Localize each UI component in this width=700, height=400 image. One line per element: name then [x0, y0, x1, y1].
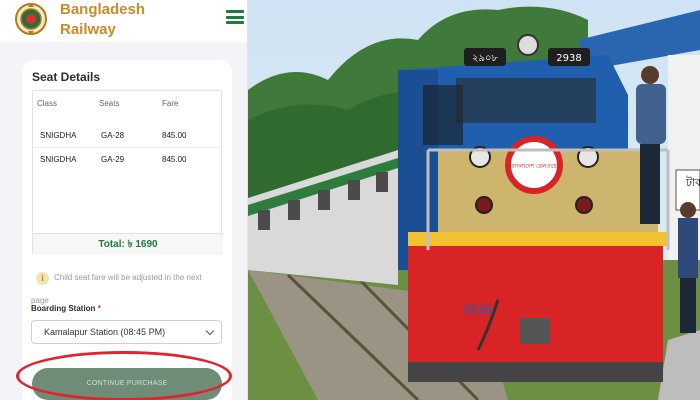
railway-emblem-text: বাংলাদেশ রেলওয়ে	[510, 163, 557, 170]
column-header-fare: Fare	[162, 99, 179, 108]
seat-details-title: Seat Details	[32, 70, 101, 84]
required-mark: *	[97, 304, 101, 313]
booking-panel: Bangladesh Railway Seat Details Class Se…	[0, 0, 248, 400]
seat-table: Class Seats Fare SNIGDHA GA-28 845.00 SN…	[32, 90, 223, 255]
boarding-station-value: Kamalapur Station (08:45 PM)	[44, 327, 166, 337]
brand-line-1: Bangladesh	[60, 1, 146, 18]
child-fare-notice: Child seat fare will be adjusted in the …	[54, 273, 202, 282]
app-header: Bangladesh Railway	[0, 0, 247, 42]
row-2-class: SNIGDHA	[40, 155, 77, 164]
boarding-station-select[interactable]: Kamalapur Station (08:45 PM)	[31, 320, 222, 344]
column-header-seats: Seats	[99, 99, 120, 108]
info-icon: i	[36, 272, 49, 285]
bangladesh-railway-logo[interactable]	[14, 0, 48, 38]
chevron-down-icon	[205, 326, 215, 336]
loco-number-bumper: 2938	[463, 303, 492, 317]
hamburger-menu-icon[interactable]	[226, 10, 244, 24]
row-1-seat: GA-28	[101, 131, 125, 140]
boarding-station-label-text: Boarding Station	[31, 304, 96, 313]
row-1-fare: 845.00	[162, 131, 187, 140]
train-photo: ২৯০৮ 2938 বাংলাদেশ রেলওয়ে 2938 টাক	[248, 0, 700, 400]
red-highlight-circle	[16, 351, 232, 400]
row-divider	[33, 147, 223, 148]
boarding-station-label: Boarding Station *	[31, 304, 101, 313]
side-sign-text: টাক	[685, 176, 700, 189]
loco-number-bangla: ২৯০৮	[472, 53, 498, 64]
row-1-class: SNIGDHA	[40, 131, 77, 140]
total-fare: Total: ৳ 1690	[33, 233, 223, 255]
column-header-class: Class	[37, 99, 58, 108]
brand-name: Bangladesh Railway	[60, 0, 145, 40]
seat-details-card: Seat Details Class Seats Fare SNIGDHA GA…	[22, 60, 232, 400]
row-2-seat: GA-29	[101, 155, 125, 164]
row-2-fare: 845.00	[162, 155, 187, 164]
loco-number-left: 2938	[556, 53, 581, 64]
brand-line-2: Railway	[60, 21, 116, 38]
